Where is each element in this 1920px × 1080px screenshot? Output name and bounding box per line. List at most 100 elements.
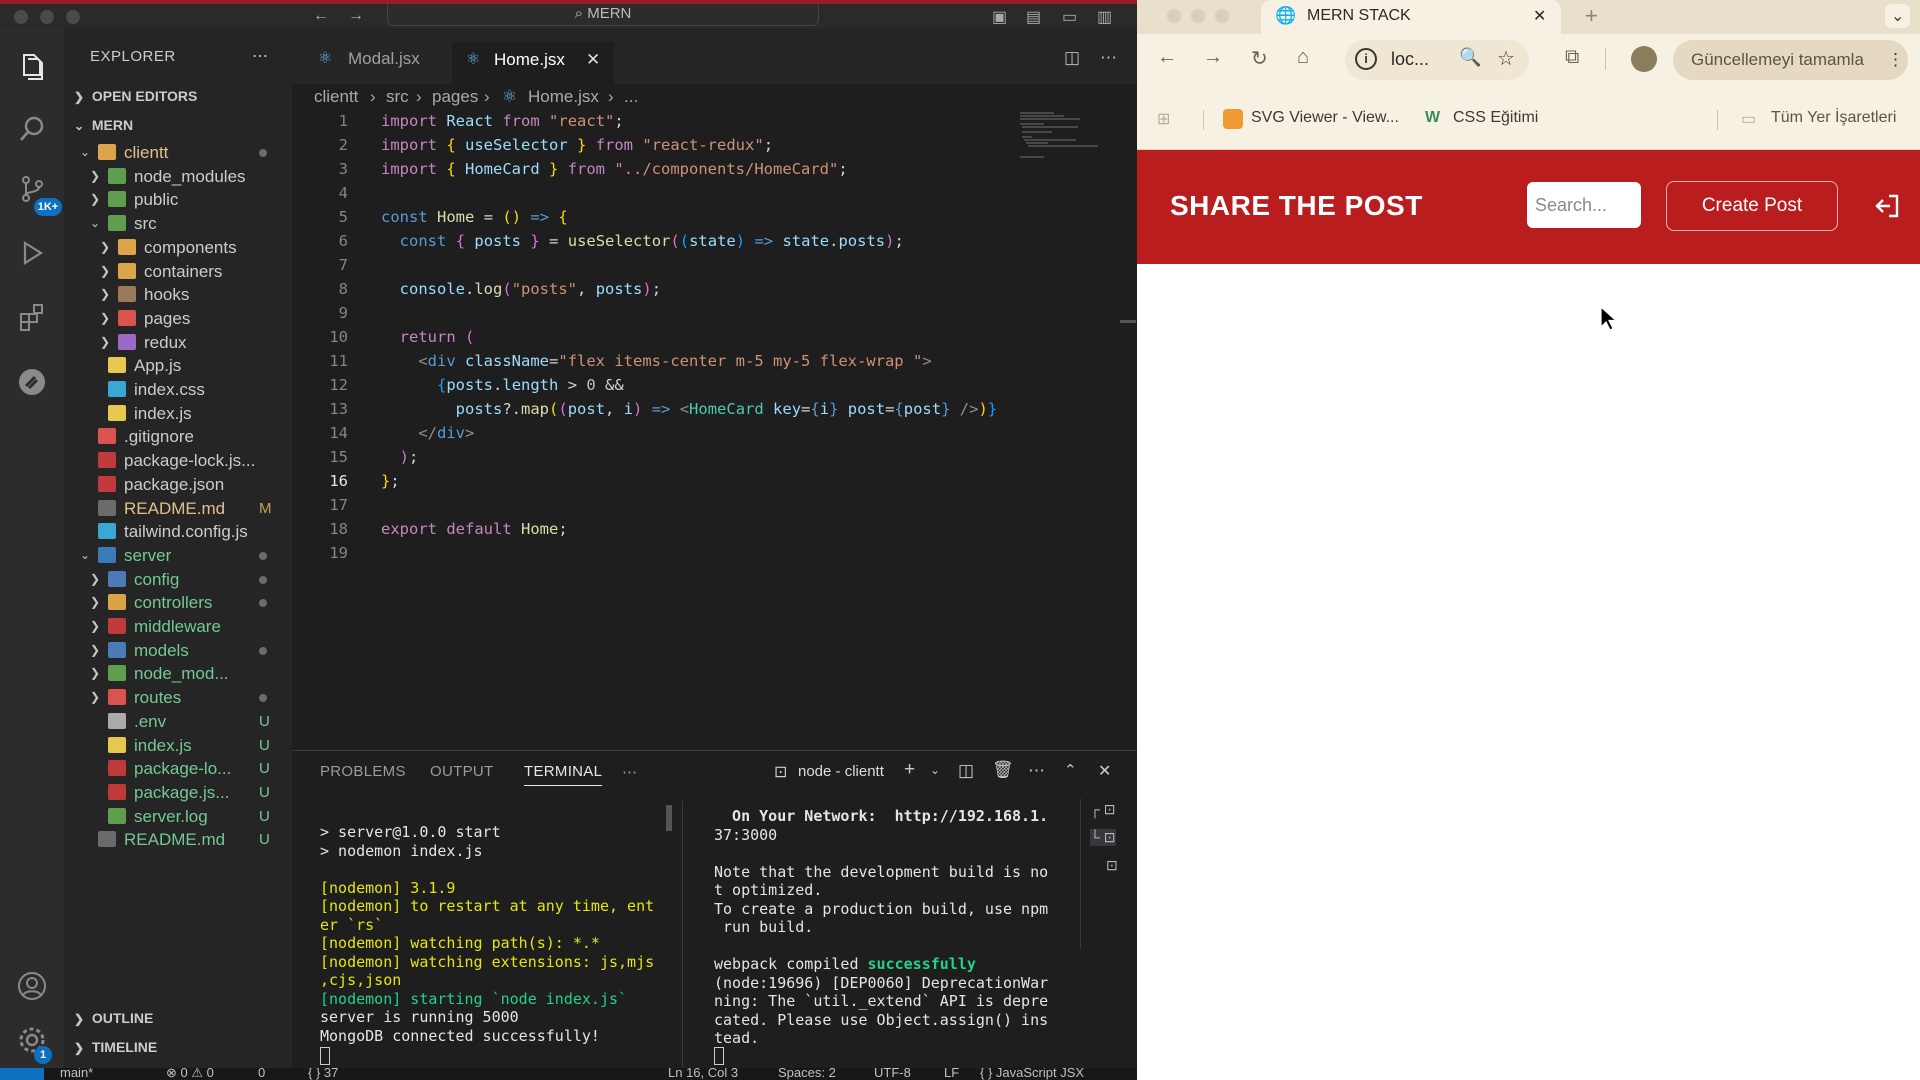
back-arrow-icon[interactable]: ← — [1157, 46, 1177, 69]
breadcrumb-item[interactable]: pages — [432, 84, 478, 110]
server-terminal-output[interactable]: > server@1.0.0 start > nodemon index.js [… — [320, 823, 654, 1045]
timeline-section[interactable]: ❯ TIMELINE — [74, 1039, 157, 1055]
minimap[interactable] — [1020, 110, 1115, 170]
profile-avatar[interactable] — [1631, 46, 1657, 72]
tab-terminal[interactable]: TERMINAL — [524, 763, 603, 786]
forward-arrow-icon[interactable]: → — [348, 7, 364, 25]
maximize-window-button[interactable] — [1215, 9, 1229, 23]
apps-grid-icon[interactable]: ⊞ — [1157, 109, 1170, 129]
close-window-button[interactable] — [1167, 9, 1181, 23]
reload-icon[interactable]: ↻ — [1251, 46, 1268, 71]
react-icon: ⚛ — [466, 51, 481, 68]
extensions-puzzle-icon[interactable]: ⧉ — [1565, 46, 1579, 69]
split-editor-icon[interactable]: ◫ — [1064, 48, 1080, 68]
split-terminal-icon[interactable]: ◫ — [958, 761, 974, 781]
url-text[interactable]: loc... — [1391, 49, 1429, 70]
file-icon — [108, 783, 126, 800]
settings-badge: 1 — [34, 1046, 52, 1064]
terminal-list-item-icon[interactable]: ┌ ⊡ — [1090, 801, 1116, 818]
tree-file[interactable]: README.md U — [64, 825, 292, 854]
terminal-list-item-icon[interactable]: └ ⊡ — [1090, 829, 1116, 846]
code-line-10: return ( — [399, 328, 475, 346]
logout-icon[interactable] — [1873, 192, 1901, 220]
update-chrome-button[interactable]: Güncellemeyi tamamla ⋮ — [1673, 40, 1908, 80]
ports-count[interactable]: 0 — [258, 1068, 265, 1080]
file-icon — [108, 357, 126, 374]
home-icon[interactable]: ⌂ — [1297, 46, 1309, 69]
remote-explorer-icon[interactable] — [12, 366, 52, 406]
tab-modal-jsx[interactable]: ⚛ Modal.jsx — [304, 42, 444, 90]
cursor-position[interactable]: Ln 16, Col 3 — [668, 1068, 738, 1080]
terminal-name[interactable]: node - clientt — [798, 763, 884, 780]
line-endings[interactable]: LF — [944, 1068, 959, 1080]
search-icon[interactable] — [12, 114, 52, 154]
open-editors-section[interactable]: ❯ OPEN EDITORS — [74, 88, 197, 104]
terminal-list-item-icon[interactable]: ⊡ — [1106, 857, 1118, 874]
client-terminal-output[interactable]: On Your Network: http://192.168.1. 37:300… — [714, 807, 1048, 1048]
code-editor[interactable]: 1 2 3 4 5 6 7 8 9 10 11 12 13 14 15 16 17 18 19 import Rea… — [292, 110, 1137, 750]
close-window-button[interactable] — [14, 10, 28, 24]
remote-indicator[interactable] — [0, 1068, 44, 1080]
tab-output[interactable]: OUTPUT — [430, 763, 493, 780]
breadcrumb-item[interactable]: Home.jsx — [528, 84, 599, 110]
browser-tab-mern-stack[interactable]: 🌐 MERN STACK ✕ — [1261, 0, 1561, 34]
editor-more-icon[interactable]: ⋯ — [1100, 48, 1117, 68]
maximize-window-button[interactable] — [66, 10, 80, 24]
all-bookmarks[interactable]: Tüm Yer İşaretleri — [1771, 109, 1896, 127]
explorer-icon[interactable] — [12, 50, 52, 90]
back-arrow-icon[interactable]: ← — [313, 7, 329, 25]
line-number: 15 — [329, 448, 348, 466]
breadcrumb-item[interactable]: clientt — [314, 84, 358, 110]
mern-root-section[interactable]: ⌄ MERN — [74, 117, 133, 133]
toggle-secondary-sidebar-icon[interactable]: ▥ — [1097, 7, 1112, 27]
terminal-scrollbar[interactable] — [666, 805, 672, 831]
extensions-icon[interactable] — [12, 302, 52, 342]
kebab-menu-icon[interactable]: ⋮ — [1887, 40, 1904, 80]
tab-problems[interactable]: PROBLEMS — [320, 763, 406, 780]
toggle-panel-icon[interactable]: ▭ — [1062, 7, 1077, 27]
breadcrumb-item[interactable]: src — [386, 84, 409, 110]
close-panel-icon[interactable]: ✕ — [1098, 761, 1111, 781]
minimize-window-button[interactable] — [40, 10, 54, 24]
close-tab-icon[interactable]: ✕ — [1533, 6, 1546, 26]
problems-count[interactable]: ⊗ 0 ⚠ 0 — [166, 1068, 214, 1080]
line-number: 17 — [329, 496, 348, 514]
more-actions-icon[interactable]: ⋯ — [252, 46, 268, 66]
close-tab-icon[interactable]: ✕ — [586, 43, 600, 77]
braces-count[interactable]: { } 37 — [308, 1068, 338, 1080]
trash-icon[interactable]: 🗑 — [992, 760, 1014, 780]
address-bar[interactable]: i loc... 🔍 ☆ — [1345, 40, 1529, 80]
search-input[interactable] — [1527, 182, 1641, 228]
encoding[interactable]: UTF-8 — [874, 1068, 911, 1080]
language-mode[interactable]: { } JavaScript JSX — [980, 1068, 1084, 1080]
settings-gear-icon[interactable]: 1 — [12, 1024, 52, 1064]
forward-arrow-icon[interactable]: → — [1203, 46, 1223, 69]
chevron-up-icon[interactable]: ⌃ — [1064, 761, 1077, 779]
create-post-button[interactable]: Create Post — [1666, 181, 1838, 231]
bookmark-css-egitimi[interactable]: CSS Eğitimi — [1453, 109, 1538, 127]
minimize-window-button[interactable] — [1191, 9, 1205, 23]
scrollbar-thumb[interactable] — [1120, 320, 1136, 323]
bookmark-svg-viewer[interactable]: SVG Viewer - View... — [1251, 109, 1399, 127]
more-actions-icon[interactable]: ⋯ — [1028, 761, 1045, 781]
chevron-down-icon[interactable]: ⌄ — [930, 763, 940, 777]
toggle-sidebar-icon[interactable]: ▤ — [1026, 7, 1041, 27]
bookmark-star-icon[interactable]: ☆ — [1497, 46, 1515, 71]
breadcrumb-item[interactable]: ... — [624, 84, 638, 110]
customize-layout-icon[interactable]: ▣ — [992, 7, 1007, 27]
tab-search-icon[interactable]: ⌄ — [1885, 4, 1911, 28]
site-logo[interactable]: SHARE THE POST — [1170, 190, 1423, 222]
git-branch[interactable]: main* — [60, 1068, 93, 1080]
source-control-icon[interactable]: 1K+ — [12, 174, 62, 216]
tab-home-jsx[interactable]: ⚛ Home.jsx ✕ — [452, 42, 614, 90]
new-tab-icon[interactable]: + — [1585, 3, 1598, 29]
outline-section[interactable]: ❯ OUTLINE — [74, 1010, 153, 1026]
run-debug-icon[interactable] — [12, 238, 52, 278]
panel-more-icon[interactable]: ⋯ — [622, 763, 637, 781]
command-center[interactable]: ⌕ MERN — [387, 4, 819, 26]
site-info-icon[interactable]: i — [1355, 48, 1377, 70]
accounts-icon[interactable] — [12, 970, 52, 1010]
indent-spaces[interactable]: Spaces: 2 — [778, 1068, 836, 1080]
new-terminal-icon[interactable]: + — [904, 759, 915, 781]
zoom-icon[interactable]: 🔍 — [1459, 47, 1481, 68]
